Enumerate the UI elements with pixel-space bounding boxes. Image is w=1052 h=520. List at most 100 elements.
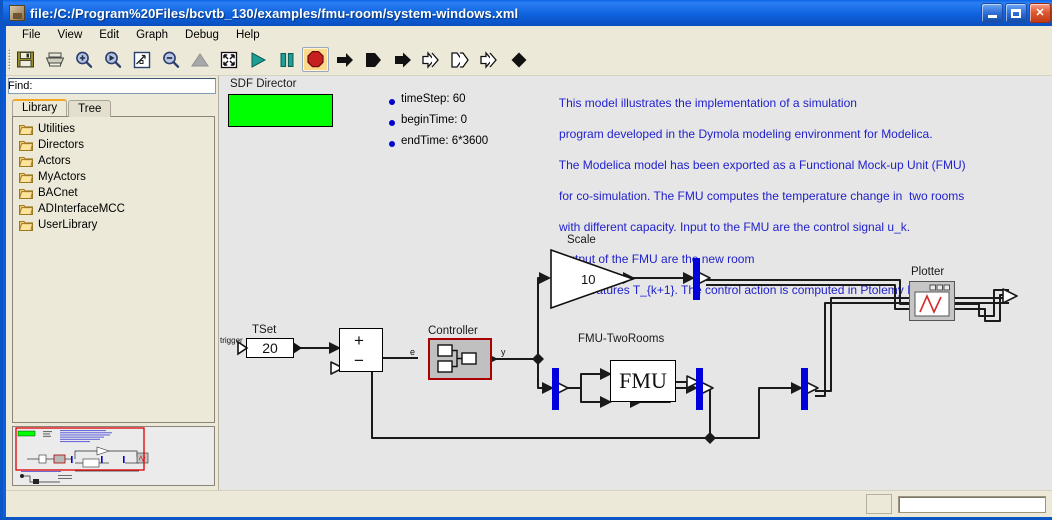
- toolbar-button-zoom-in[interactable]: [70, 47, 97, 72]
- plotter-label: Plotter: [911, 266, 945, 278]
- pause-icon: [280, 52, 293, 67]
- status-bar: [6, 490, 1052, 517]
- tset-output-port-icon: [293, 342, 302, 354]
- save-icon: [17, 51, 34, 68]
- toolbar-button-zoom-fit[interactable]: [128, 47, 155, 72]
- library-panel: Find: Library Tree Utilities Directors A…: [6, 76, 219, 490]
- toolbar-button-breakpoint[interactable]: [505, 47, 532, 72]
- status-indicator-cell: [866, 494, 892, 514]
- menu-item-debug[interactable]: Debug: [177, 28, 228, 42]
- title-bar: file:/C:/Program%20Files/bcvtb_130/examp…: [3, 0, 1052, 26]
- fullscreen-icon: [220, 51, 237, 68]
- toolbar-button-step[interactable]: [331, 47, 358, 72]
- library-item-label: BACnet: [38, 187, 78, 199]
- toolbar-button-save[interactable]: [12, 47, 39, 72]
- toolbar-button-continue[interactable]: [389, 47, 416, 72]
- library-tabs: Library Tree: [6, 96, 218, 117]
- scale-label: Scale: [567, 234, 596, 246]
- plotter-icon: [914, 284, 950, 317]
- triangle-up-icon: [190, 52, 209, 66]
- toolbar-button-zoom-out[interactable]: [157, 47, 184, 72]
- library-item-label: MyActors: [38, 171, 86, 183]
- double-arrow-3-icon: [480, 50, 497, 69]
- toolbar-button-up[interactable]: [186, 47, 213, 72]
- toolbar-button-step-over[interactable]: [418, 47, 445, 72]
- model-overview-thumbnail[interactable]: [12, 426, 215, 486]
- library-item-label: Actors: [38, 155, 71, 167]
- tset-block[interactable]: 20: [246, 338, 294, 358]
- menu-item-view[interactable]: View: [50, 28, 92, 42]
- scale-block[interactable]: 10: [549, 248, 635, 310]
- maximize-icon: [1011, 8, 1021, 18]
- library-item-directors[interactable]: Directors: [13, 137, 214, 153]
- library-item-label: ADInterfaceMCC: [38, 203, 125, 215]
- stop-icon: [307, 51, 324, 68]
- application-window: file:/C:/Program%20Files/bcvtb_130/examp…: [0, 0, 1052, 520]
- close-button[interactable]: ✕: [1029, 3, 1051, 23]
- controller-input-port-label: e: [410, 347, 416, 357]
- tab-library[interactable]: Library: [12, 99, 68, 116]
- toolbar-button-step-into[interactable]: [447, 47, 474, 72]
- controller-label: Controller: [428, 325, 478, 337]
- arrow-right-icon: [336, 52, 353, 67]
- arrowhead-open: [1002, 288, 1018, 304]
- plotter-block[interactable]: [909, 281, 955, 321]
- toolbar-button-run[interactable]: [244, 47, 271, 72]
- model-canvas[interactable]: SDF Director timeStep: 60 beginTime: 0 e…: [219, 76, 1052, 490]
- relation-bar-fmu-in[interactable]: [552, 368, 559, 410]
- controller-block[interactable]: [428, 338, 492, 380]
- zoom-in-icon: [75, 51, 92, 68]
- menu-item-help[interactable]: Help: [228, 28, 269, 42]
- zoom-reset-icon: [104, 51, 121, 68]
- library-item-utilities[interactable]: Utilities: [13, 121, 214, 137]
- toolbar-button-stop[interactable]: [302, 47, 329, 72]
- library-item-label: Directors: [38, 139, 85, 151]
- menu-item-edit[interactable]: Edit: [91, 28, 128, 42]
- progress-bar: [898, 495, 1046, 513]
- fmu-label: FMU-TwoRooms: [578, 333, 665, 345]
- close-icon: ✕: [1035, 6, 1045, 19]
- minimize-icon: [987, 14, 997, 18]
- menu-item-file[interactable]: File: [14, 28, 50, 42]
- library-item-myactors[interactable]: MyActors: [13, 169, 214, 185]
- app-icon: [9, 5, 25, 21]
- print-icon: [45, 52, 64, 67]
- library-item-label: UserLibrary: [38, 219, 98, 231]
- double-arrow-2-icon: [451, 51, 469, 68]
- relation-bar-scale-out[interactable]: [693, 258, 700, 300]
- library-item-adinterfacemcc[interactable]: ADInterfaceMCC: [13, 201, 214, 217]
- library-item-actors[interactable]: Actors: [13, 153, 214, 169]
- tset-label: TSet: [252, 324, 277, 336]
- controller-output-port-label: y: [501, 347, 506, 357]
- folder-icon: [19, 189, 33, 199]
- library-tree[interactable]: Utilities Directors Actors MyActors BACn…: [12, 116, 215, 423]
- find-label: Find:: [8, 80, 33, 92]
- maximize-button[interactable]: [1005, 3, 1027, 23]
- tab-tree[interactable]: Tree: [68, 100, 112, 117]
- menu-item-graph[interactable]: Graph: [128, 28, 177, 42]
- find-row: Find:: [6, 76, 218, 96]
- client-area: File View Edit Graph Debug Help Find: Li…: [6, 26, 1052, 517]
- fmu-block[interactable]: FMU: [610, 360, 676, 402]
- toolbar-button-step-out[interactable]: [476, 47, 503, 72]
- relation-bar-feedback[interactable]: [801, 368, 808, 410]
- toolbar-button-run-to[interactable]: [360, 47, 387, 72]
- fmu-value: FMU: [619, 368, 667, 393]
- scale-value: 10: [581, 272, 595, 287]
- tset-value: 20: [262, 340, 278, 356]
- zoom-out-icon: [162, 51, 179, 68]
- menu-bar: File View Edit Graph Debug Help: [6, 26, 1052, 44]
- zoom-fit-icon: [133, 51, 150, 68]
- library-item-label: Utilities: [38, 123, 76, 135]
- folder-icon: [19, 205, 33, 215]
- toolbar-button-pause[interactable]: [273, 47, 300, 72]
- toolbar-button-zoom-reset[interactable]: [99, 47, 126, 72]
- run-icon: [251, 51, 266, 68]
- library-item-userlibrary[interactable]: UserLibrary: [13, 217, 214, 233]
- toolbar-button-print[interactable]: [41, 47, 68, 72]
- find-input[interactable]: [8, 78, 216, 94]
- library-item-bacnet[interactable]: BACnet: [13, 185, 214, 201]
- relation-bar-fmu-out[interactable]: [696, 368, 703, 410]
- minimize-button[interactable]: [981, 3, 1003, 23]
- toolbar-button-fullscreen[interactable]: [215, 47, 242, 72]
